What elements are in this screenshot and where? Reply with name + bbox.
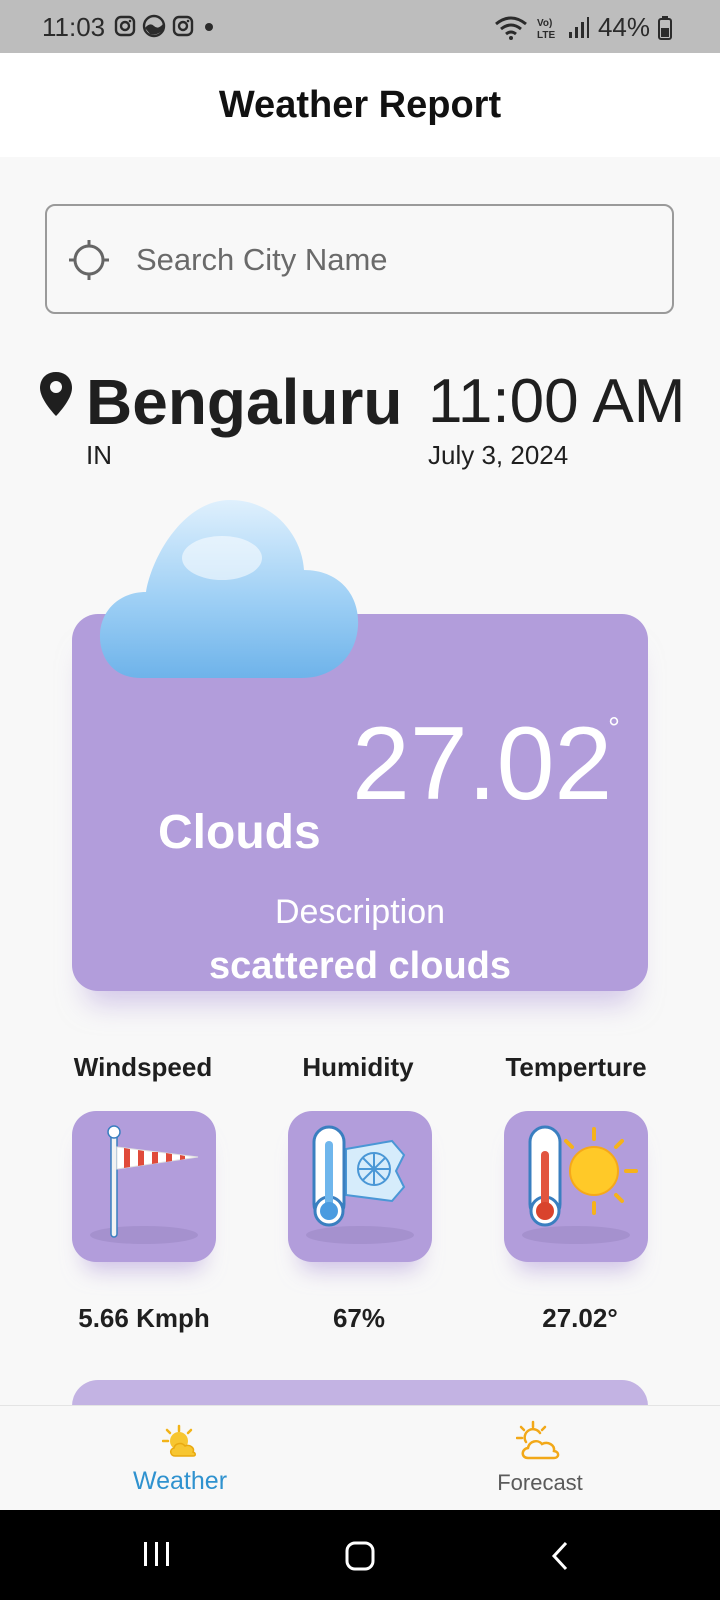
status-system-icons: Vo) LTE 44% bbox=[494, 12, 672, 43]
humidity-value: 67% bbox=[332, 1303, 386, 1333]
temperature-value-small: 27.02° bbox=[542, 1303, 618, 1333]
status-notification-icons bbox=[114, 14, 218, 38]
search-input[interactable] bbox=[134, 234, 648, 286]
weather-condition: Clouds bbox=[158, 806, 321, 859]
degree-symbol: ° bbox=[608, 712, 620, 745]
thermometer-cold-icon bbox=[306, 1125, 414, 1244]
humidity-label: Humidity bbox=[302, 1052, 414, 1082]
city-name: Bengaluru bbox=[86, 366, 403, 438]
local-date: July 3, 2024 bbox=[428, 440, 569, 470]
sun-cloud-icon[interactable] bbox=[162, 1424, 200, 1460]
svg-text:Vo): Vo) bbox=[537, 18, 552, 29]
thermometer-sun-icon bbox=[522, 1125, 638, 1244]
battery-icon bbox=[658, 15, 672, 40]
instagram-icon bbox=[172, 15, 194, 37]
country-code: IN bbox=[86, 440, 112, 470]
humidity-tile bbox=[288, 1111, 432, 1262]
signal-icon bbox=[568, 16, 589, 38]
location-pin-icon bbox=[40, 372, 72, 416]
status-time: 11:03 bbox=[42, 12, 106, 42]
wifi-icon bbox=[495, 16, 527, 40]
crosshair-icon[interactable] bbox=[68, 239, 110, 281]
description-value: scattered clouds bbox=[209, 945, 511, 987]
notification-dot-icon bbox=[205, 23, 213, 31]
description-label: Description bbox=[274, 893, 446, 931]
nav-weather-label[interactable]: Weather bbox=[80, 1467, 280, 1496]
cloud-icon bbox=[99, 500, 359, 678]
back-icon[interactable] bbox=[550, 1540, 570, 1572]
svg-text:LTE: LTE bbox=[537, 30, 555, 41]
partly-cloudy-icon[interactable] bbox=[516, 1420, 564, 1462]
temperature-value: 27.02 bbox=[352, 706, 613, 822]
recent-apps-icon[interactable] bbox=[142, 1540, 172, 1568]
home-icon[interactable] bbox=[344, 1540, 376, 1572]
volte-icon: Vo) LTE bbox=[537, 18, 555, 41]
temperature-tile bbox=[504, 1111, 648, 1262]
page-title: Weather Report bbox=[218, 84, 502, 126]
windspeed-value: 5.66 Kmph bbox=[78, 1303, 210, 1333]
windspeed-label: Windspeed bbox=[73, 1052, 213, 1082]
instagram-icon bbox=[114, 15, 136, 37]
battery-percent: 44% bbox=[597, 12, 650, 42]
temperature-label: Temperture bbox=[505, 1052, 647, 1082]
windsock-icon bbox=[90, 1125, 199, 1244]
local-time: 11:00 AM bbox=[428, 367, 686, 436]
app-icon bbox=[142, 14, 166, 38]
windspeed-tile bbox=[72, 1111, 216, 1262]
nav-forecast-label[interactable]: Forecast bbox=[440, 1470, 640, 1496]
